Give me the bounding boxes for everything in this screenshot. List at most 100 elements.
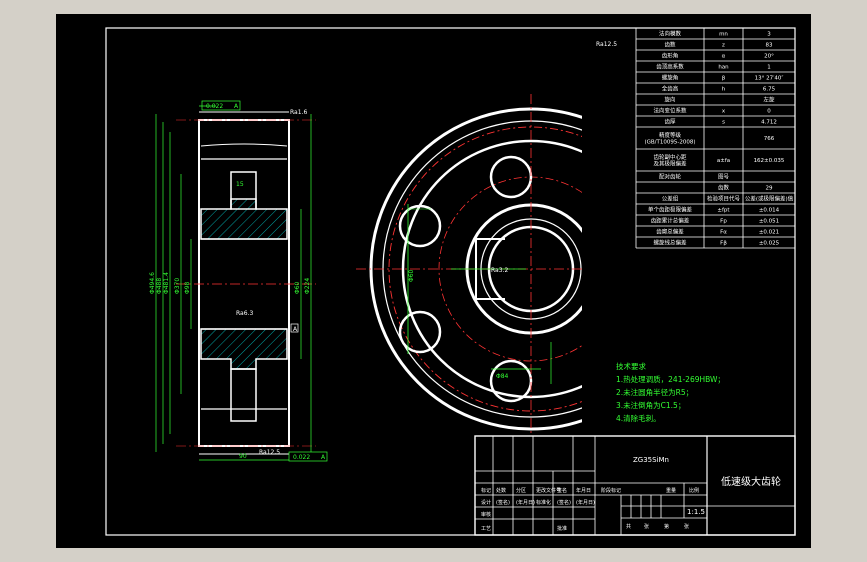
svg-text:工艺: 工艺 bbox=[481, 526, 491, 532]
part-name: 低速级大齿轮 bbox=[721, 475, 781, 488]
svg-text:90: 90 bbox=[239, 453, 247, 460]
param-row: 螺旋线总偏差 Fβ ±0.025 bbox=[653, 239, 779, 247]
param-value: ±0.051 bbox=[759, 219, 779, 225]
param-symbol: s bbox=[722, 120, 725, 126]
svg-text:标记: 标记 bbox=[481, 487, 491, 494]
param-name: 齿廓总偏差 bbox=[656, 228, 684, 236]
svg-text:第: 第 bbox=[664, 523, 669, 530]
param-symbol: Fβ bbox=[720, 241, 727, 247]
param-row: 法向变位系数 x 0 bbox=[653, 107, 771, 115]
param-symbol: x bbox=[722, 109, 726, 115]
param-row: 齿数 29 bbox=[718, 184, 773, 192]
tech-req-item: 2.未注圆角半径为R5； bbox=[616, 387, 693, 397]
scale: 1:1.5 bbox=[687, 508, 705, 516]
param-name: (GB/T10095-2008) bbox=[644, 139, 695, 145]
svg-text:标准化: 标准化 bbox=[536, 499, 551, 506]
svg-text:比例: 比例 bbox=[689, 487, 699, 494]
svg-text:Φ98: Φ98 bbox=[184, 281, 191, 294]
svg-text:设计: 设计 bbox=[481, 499, 491, 506]
tech-req-item: 3.未注倒角为C1.5； bbox=[616, 400, 685, 410]
svg-text:Φ370: Φ370 bbox=[174, 278, 181, 294]
svg-text:A: A bbox=[234, 103, 239, 110]
upper-rim-section bbox=[200, 198, 288, 240]
param-name: 螺旋线总偏差 bbox=[653, 239, 687, 247]
param-name: 齿距累计总偏差 bbox=[651, 217, 690, 225]
param-name: 旋向 bbox=[664, 96, 675, 104]
svg-text:批准: 批准 bbox=[557, 525, 567, 532]
param-value: 83 bbox=[766, 43, 773, 49]
hole-top bbox=[489, 155, 533, 199]
param-row: 精度等级(GB/T10095-2008) 766 bbox=[644, 131, 774, 146]
param-value: ±0.021 bbox=[759, 230, 779, 236]
param-value: 162±0.035 bbox=[754, 158, 785, 164]
param-name: 法向模数 bbox=[659, 30, 682, 38]
param-name: 齿数 bbox=[664, 41, 676, 49]
material: ZG35SiMn bbox=[633, 456, 669, 464]
param-value: 公差(或极限偏差)值 bbox=[745, 195, 794, 203]
param-row: 齿距累计总偏差 Fp ±0.051 bbox=[651, 217, 779, 225]
param-name: 齿形角 bbox=[662, 52, 679, 60]
param-name: 及其极限偏差 bbox=[653, 159, 687, 167]
param-name: 精度等级 bbox=[659, 131, 682, 139]
svg-text:分区: 分区 bbox=[516, 487, 526, 494]
param-value: ±0.014 bbox=[759, 208, 780, 214]
param-symbol: z bbox=[722, 43, 725, 49]
general-roughness: Ra12.5 bbox=[596, 41, 617, 48]
param-name: 法向变位系数 bbox=[653, 107, 687, 115]
param-row: 螺旋角 β 13° 27′40″ bbox=[662, 74, 784, 82]
svg-text:(年月日): (年月日) bbox=[576, 499, 595, 506]
gear-outline bbox=[198, 119, 290, 447]
lower-rim-section bbox=[200, 328, 288, 370]
param-value: 766 bbox=[764, 136, 775, 142]
svg-text:(签名): (签名) bbox=[557, 499, 571, 506]
cad-drawing-canvas[interactable]: Φ60 Φ84 Ra3.2 0.022 A 0.022 A A Φ494.6 Φ… bbox=[56, 14, 811, 548]
tech-req-item: 4.清除毛刺。 bbox=[616, 413, 661, 423]
tol-top: 0.022 bbox=[206, 103, 223, 110]
svg-text:Φ60: Φ60 bbox=[294, 281, 301, 294]
param-name: 单个齿距极限偏差 bbox=[648, 206, 693, 214]
param-row: 齿廓总偏差 Fα ±0.021 bbox=[656, 228, 779, 236]
param-row: 公差组 检验项目代号 公差(或极限偏差)值 bbox=[662, 195, 794, 203]
technical-requirements: 技术要求 1.热处理调质，241-269HBW； 2.未注圆角半径为R5； 3.… bbox=[616, 361, 725, 423]
param-name: 螺旋角 bbox=[662, 74, 679, 82]
param-value: ±0.025 bbox=[759, 241, 780, 247]
param-symbol: han bbox=[718, 65, 729, 71]
tech-req-item: 1.热处理调质，241-269HBW； bbox=[616, 374, 725, 384]
svg-text:Ra1.6: Ra1.6 bbox=[290, 109, 307, 116]
svg-text:阶段标记: 阶段标记 bbox=[601, 487, 621, 494]
param-value: 29 bbox=[766, 186, 773, 192]
param-value: 4.712 bbox=[761, 120, 777, 126]
param-row: 齿顶高系数 han 1 bbox=[656, 63, 771, 71]
svg-text:Ra6.3: Ra6.3 bbox=[236, 310, 253, 317]
svg-text:重量: 重量 bbox=[666, 487, 676, 494]
param-symbol: Fα bbox=[720, 230, 727, 236]
svg-text:A: A bbox=[321, 454, 326, 461]
svg-text:15: 15 bbox=[236, 181, 244, 188]
param-symbol: h bbox=[722, 87, 726, 93]
param-symbol: α bbox=[722, 54, 726, 60]
svg-text:年月日: 年月日 bbox=[576, 487, 591, 494]
param-name: 公差组 bbox=[662, 195, 679, 203]
drawing-svg: Φ60 Φ84 Ra3.2 0.022 A 0.022 A A Φ494.6 Φ… bbox=[105, 27, 796, 536]
title-block-text: ZG35SiMn 低速级大齿轮 1:1.5 标记 处数 分区 更改文件号 签名 … bbox=[481, 456, 781, 532]
param-name: 齿顶高系数 bbox=[656, 63, 684, 71]
param-symbol: β bbox=[722, 76, 726, 82]
svg-text:共: 共 bbox=[626, 523, 631, 530]
param-value: 1 bbox=[767, 65, 771, 71]
dim-front-2: Φ84 bbox=[496, 373, 509, 380]
param-symbol: mn bbox=[719, 32, 728, 38]
param-symbol: a±fa bbox=[717, 158, 730, 164]
tol-bottom: 0.022 bbox=[293, 454, 310, 461]
svg-text:处数: 处数 bbox=[496, 487, 506, 494]
parameter-table: 法向模数 mn 3 齿数 z 83 齿形角 α 20° 齿顶高系数 han 1 螺旋角 β 13° 27′4… bbox=[635, 27, 796, 249]
param-symbol: 图号 bbox=[718, 173, 730, 181]
svg-text:Ra12.5: Ra12.5 bbox=[259, 449, 280, 456]
param-row: 全齿高 h 6.75 bbox=[662, 85, 776, 93]
param-value: 20° bbox=[764, 54, 774, 60]
svg-text:签名: 签名 bbox=[557, 487, 567, 494]
svg-text:Φ488: Φ488 bbox=[156, 278, 163, 294]
param-row: 齿厚 s 4.712 bbox=[664, 119, 776, 126]
section-view: 0.022 A 0.022 A A Φ494.6 Φ488 Φ481.4 Φ37… bbox=[149, 100, 328, 462]
rough-front: Ra3.2 bbox=[491, 267, 508, 274]
param-value: 13° 27′40″ bbox=[755, 76, 784, 82]
